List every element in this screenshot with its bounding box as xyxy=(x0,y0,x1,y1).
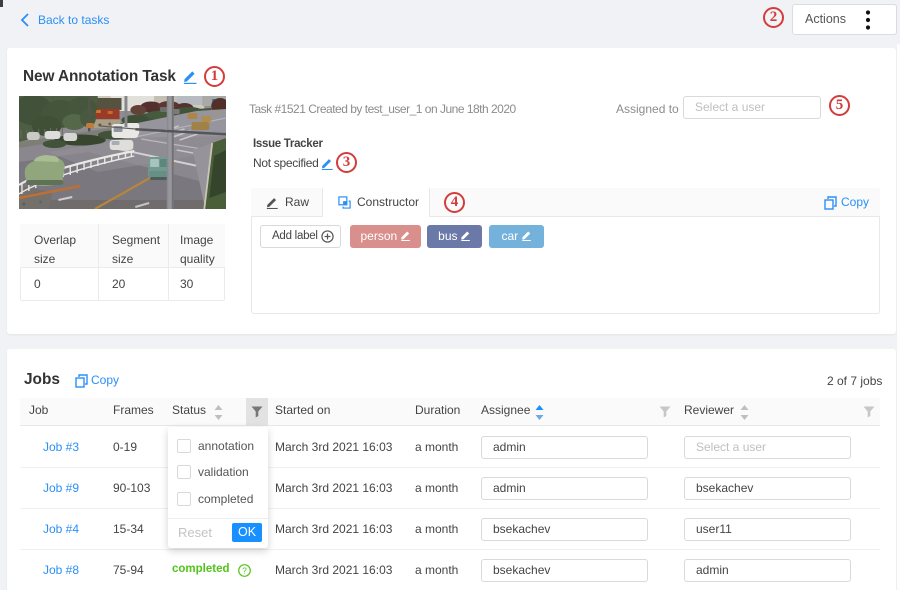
svg-text:?: ? xyxy=(242,565,247,575)
